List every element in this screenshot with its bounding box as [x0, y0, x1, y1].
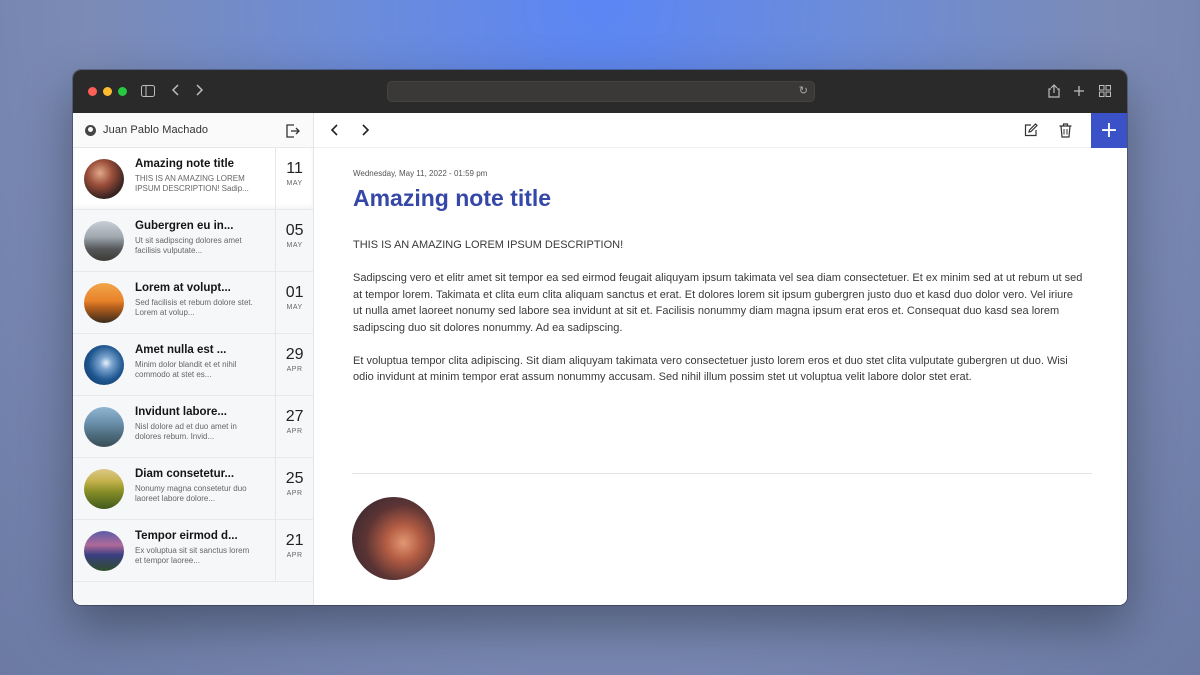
- note-list-item[interactable]: Gubergren eu in... Ut sit sadipscing dol…: [73, 210, 313, 272]
- note-paragraph: THIS IS AN AMAZING LOREM IPSUM DESCRIPTI…: [353, 239, 624, 251]
- next-note-icon[interactable]: [358, 122, 374, 138]
- note-month: APR: [286, 490, 303, 497]
- note-month: APR: [286, 552, 303, 559]
- note-list-item[interactable]: Tempor eirmod d... Ex voluptua sit sit s…: [73, 520, 313, 582]
- note-day: 11: [286, 160, 303, 177]
- user-row: Juan Pablo Machado: [73, 113, 313, 148]
- note-item-title: Invidunt labore...: [135, 406, 228, 418]
- note-item-date: 29 APR: [275, 334, 313, 395]
- note-item-date: 25 APR: [275, 458, 313, 519]
- reload-icon[interactable]: ↻: [799, 84, 808, 97]
- note-item-desc: Sed facilisis et rebum dolore stet. Lore…: [135, 298, 253, 317]
- new-tab-icon[interactable]: [1072, 83, 1086, 98]
- note-item-title: Amazing note title: [135, 158, 235, 170]
- note-day: 29: [285, 346, 304, 363]
- note-thumbnail: [84, 221, 124, 261]
- note-month: APR: [286, 366, 303, 373]
- sidebar-toggle-icon[interactable]: [141, 84, 155, 98]
- app-content: Juan Pablo Machado Amazing note title TH…: [73, 113, 1127, 605]
- note-timestamp: Wednesday, May 11, 2022 - 01:59 pm: [353, 169, 488, 178]
- divider: [352, 473, 1092, 474]
- note-thumbnail: [84, 407, 124, 447]
- browser-window: ↻ Juan Pablo Machado Amazing note title …: [73, 70, 1127, 605]
- note-month: MAY: [286, 242, 303, 249]
- note-title: Amazing note title: [353, 185, 552, 211]
- note-list-item[interactable]: Lorem at volupt... Sed facilisis et rebu…: [73, 272, 313, 334]
- add-note-button[interactable]: +: [1091, 113, 1127, 148]
- note-paragraph: Sadipscing vero et elitr amet sit tempor…: [353, 272, 1083, 334]
- note-thumbnail: [84, 345, 124, 385]
- prev-note-icon[interactable]: [326, 122, 342, 138]
- note-item-desc: THIS IS AN AMAZING LOREM IPSUM DESCRIPTI…: [135, 174, 249, 193]
- note-month: MAY: [286, 304, 303, 311]
- note-list-item[interactable]: Diam consetetur... Nonumy magna consetet…: [73, 458, 313, 520]
- tabs-overview-icon[interactable]: [1098, 84, 1112, 98]
- note-day: 01: [285, 284, 304, 301]
- note-item-date: 05 MAY: [275, 210, 313, 271]
- trash-icon[interactable]: [1057, 122, 1073, 138]
- note-item-desc: Nonumy magna consetetur duo laoreet labo…: [135, 484, 247, 503]
- address-bar[interactable]: ↻: [387, 81, 815, 102]
- note-item-title: Amet nulla est ...: [135, 344, 227, 356]
- note-body: THIS IS AN AMAZING LOREM IPSUM DESCRIPTI…: [353, 237, 1083, 402]
- note-item-desc: Ut sit sadipscing dolores amet facilisis…: [135, 236, 242, 255]
- note-item-date: 27 APR: [275, 396, 313, 457]
- window-controls: [88, 87, 127, 96]
- note-month: MAY: [286, 180, 303, 187]
- note-item-title: Tempor eirmod d...: [135, 530, 238, 542]
- note-item-desc: Minim dolor blandit et et nihil commodo …: [135, 360, 237, 379]
- note-editor: + Wednesday, May 11, 2022 - 01:59 pm Ama…: [314, 113, 1127, 605]
- note-item-title: Gubergren eu in...: [135, 220, 234, 232]
- note-day: 05: [285, 222, 304, 239]
- browser-back-icon[interactable]: [169, 83, 181, 97]
- minimize-window-button[interactable]: [103, 87, 112, 96]
- note-list-item[interactable]: Amet nulla est ... Minim dolor blandit e…: [73, 334, 313, 396]
- edit-icon[interactable]: [1023, 122, 1039, 138]
- note-item-date: 21 APR: [275, 520, 313, 581]
- note-item-title: Lorem at volupt...: [135, 282, 231, 294]
- note-thumbnail: [84, 283, 124, 323]
- note-item-date: 01 MAY: [275, 272, 313, 333]
- note-attachment-image[interactable]: [352, 497, 435, 580]
- note-item-desc: Nisl dolore ad et duo amet in dolores re…: [135, 422, 237, 441]
- note-list-item[interactable]: Amazing note title THIS IS AN AMAZING LO…: [73, 148, 313, 210]
- title-bar: ↻: [73, 70, 1127, 113]
- note-item-desc: Ex voluptua sit sit sanctus lorem et tem…: [135, 546, 250, 565]
- note-thumbnail: [84, 531, 124, 571]
- user-icon: [85, 124, 96, 136]
- zoom-window-button[interactable]: [118, 87, 127, 96]
- browser-forward-icon[interactable]: [194, 83, 206, 97]
- note-item-title: Diam consetetur...: [135, 468, 235, 480]
- note-day: 21: [285, 532, 304, 549]
- note-month: APR: [286, 428, 303, 435]
- user-name: Juan Pablo Machado: [103, 124, 209, 136]
- notes-sidebar: Juan Pablo Machado Amazing note title TH…: [73, 113, 314, 605]
- share-icon[interactable]: [1047, 83, 1061, 98]
- logout-icon[interactable]: [286, 123, 300, 138]
- plus-icon: +: [1099, 118, 1119, 143]
- note-thumbnail: [84, 469, 124, 509]
- close-window-button[interactable]: [88, 87, 97, 96]
- note-thumbnail: [84, 159, 124, 199]
- note-item-date: 11 MAY: [275, 148, 313, 209]
- note-day: 27: [285, 408, 304, 425]
- note-list-item[interactable]: Invidunt labore... Nisl dolore ad et duo…: [73, 396, 313, 458]
- note-paragraph: Et voluptua tempor clita adipiscing. Sit…: [353, 354, 1068, 384]
- note-day: 25: [285, 470, 304, 487]
- editor-toolbar: +: [314, 113, 1127, 148]
